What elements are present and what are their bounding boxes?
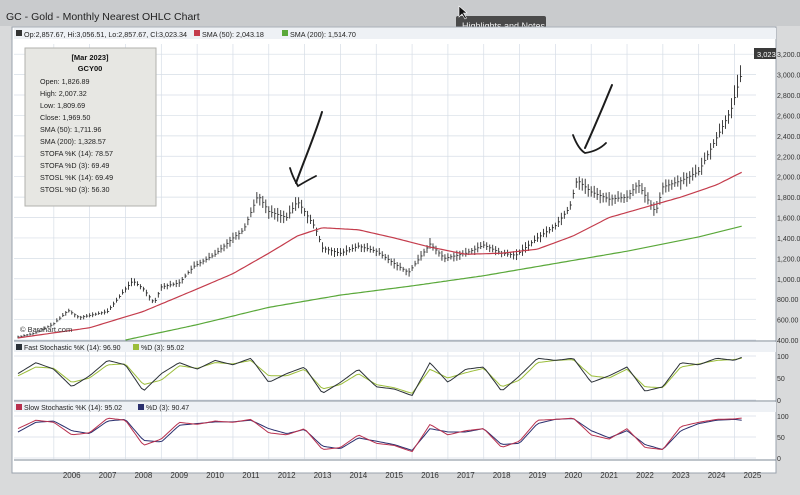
stochastic-tick-label: 0 <box>777 398 781 405</box>
chart-svg: GC - Gold - Monthly Nearest OHLC Chart H… <box>0 0 800 490</box>
info-box-line: SMA (50): 1,711.96 <box>40 125 101 134</box>
stochastic-tick-label: 0 <box>777 456 781 463</box>
x-tick-label: 2012 <box>278 471 296 480</box>
info-box-line: STOFA %D (3): 69.49 <box>40 161 109 170</box>
x-tick-label: 2008 <box>134 471 152 480</box>
fast-d-legend-swatch <box>133 344 139 350</box>
info-box-line: Open: 1,826.89 <box>40 77 90 86</box>
info-box-line: High: 2,007.32 <box>40 89 87 98</box>
x-tick-label: 2024 <box>708 471 726 480</box>
price-tick-label: 3,200.00 <box>777 52 800 59</box>
x-tick-label: 2013 <box>314 471 332 480</box>
price-tick-label: 2,800.00 <box>777 93 800 100</box>
x-tick-label: 2018 <box>493 471 511 480</box>
sma50-legend-swatch <box>194 30 200 36</box>
ohlc-legend-swatch <box>16 30 22 36</box>
slow-header-strip <box>14 402 776 412</box>
price-tick-label: 600.00 <box>777 318 799 325</box>
stochastic-tick-label: 50 <box>777 376 785 383</box>
info-box-line: STOFA %K (14): 78.57 <box>40 149 113 158</box>
price-tick-label: 1,000.00 <box>777 277 800 284</box>
stochastic-tick-label: 100 <box>777 354 789 361</box>
watermark: © Barchart.com <box>20 325 72 334</box>
x-tick-label: 2021 <box>600 471 618 480</box>
price-tick-label: 1,600.00 <box>777 216 800 223</box>
slow-d-legend-swatch <box>138 404 144 410</box>
slow-d-label: %D (3): 90.47 <box>146 405 189 412</box>
x-tick-label: 2017 <box>457 471 475 480</box>
price-tick-label: 2,600.00 <box>777 113 800 120</box>
info-box-line: STOSL %D (3): 56.30 <box>40 185 110 194</box>
sma200-header: SMA (200): 1,514.70 <box>290 30 356 39</box>
info-box-line: STOSL %K (14): 69.49 <box>40 173 113 182</box>
x-tick-label: 2010 <box>206 471 224 480</box>
price-tick-label: 1,200.00 <box>777 256 800 263</box>
x-tick-label: 2020 <box>564 471 582 480</box>
x-tick-label: 2006 <box>63 471 81 480</box>
info-box-line: Close: 1,969.50 <box>40 113 90 122</box>
price-tick-label: 1,400.00 <box>777 236 800 243</box>
info-box-line: SMA (200): 1,328.57 <box>40 137 106 146</box>
sma200-legend-swatch <box>282 30 288 36</box>
x-tick-label: 2019 <box>529 471 547 480</box>
fast-k-legend-swatch <box>16 344 22 350</box>
fast-d-label: %D (3): 95.02 <box>141 345 184 352</box>
chart-screenshot: GC - Gold - Monthly Nearest OHLC Chart H… <box>0 0 800 490</box>
fast-k-label: Fast Stochastic %K (14): 96.90 <box>24 345 121 352</box>
sma50-header: SMA (50): 2,043.18 <box>202 30 264 39</box>
stochastic-tick-label: 50 <box>777 435 785 442</box>
x-tick-label: 2007 <box>99 471 117 480</box>
stochastic-tick-label: 100 <box>777 414 789 421</box>
x-tick-label: 2022 <box>636 471 654 480</box>
x-tick-label: 2009 <box>170 471 188 480</box>
price-tick-label: 3,000.00 <box>777 73 800 80</box>
x-tick-label: 2014 <box>349 471 367 480</box>
price-tick-label: 2,000.00 <box>777 175 800 182</box>
price-tick-label: 2,400.00 <box>777 134 800 141</box>
price-tick-label: 800.00 <box>777 297 799 304</box>
x-tick-label: 2011 <box>242 471 260 480</box>
fast-header-strip <box>14 342 776 352</box>
info-box: [Mar 2023] GCY00 Open: 1,826.89 High: 2,… <box>24 47 157 207</box>
x-tick-label: 2023 <box>672 471 690 480</box>
price-tick-label: 400.00 <box>777 338 799 345</box>
x-tick-label: 2016 <box>421 471 439 480</box>
info-box-symbol: GCY00 <box>78 64 103 73</box>
ohlc-header: Op:2,857.67, Hi:3,056.51, Lo:2,857.67, C… <box>24 30 187 39</box>
price-tick-label: 2,200.00 <box>777 154 800 161</box>
info-box-line: Low: 1,809.69 <box>40 101 85 110</box>
x-tick-label: 2025 <box>744 471 762 480</box>
x-tick-label: 2015 <box>385 471 403 480</box>
slow-k-legend-swatch <box>16 404 22 410</box>
slow-k-label: Slow Stochastic %K (14): 95.02 <box>24 405 122 412</box>
price-tick-label: 1,800.00 <box>777 195 800 202</box>
info-box-date: [Mar 2023] <box>71 53 109 62</box>
last-price-tag-text: 3,023 <box>757 50 776 59</box>
chart-title: GC - Gold - Monthly Nearest OHLC Chart <box>6 11 200 23</box>
price-axis-ticks: 400.00 600.00 800.00 1,000.00 1,200.00 1,400.… <box>777 52 800 345</box>
